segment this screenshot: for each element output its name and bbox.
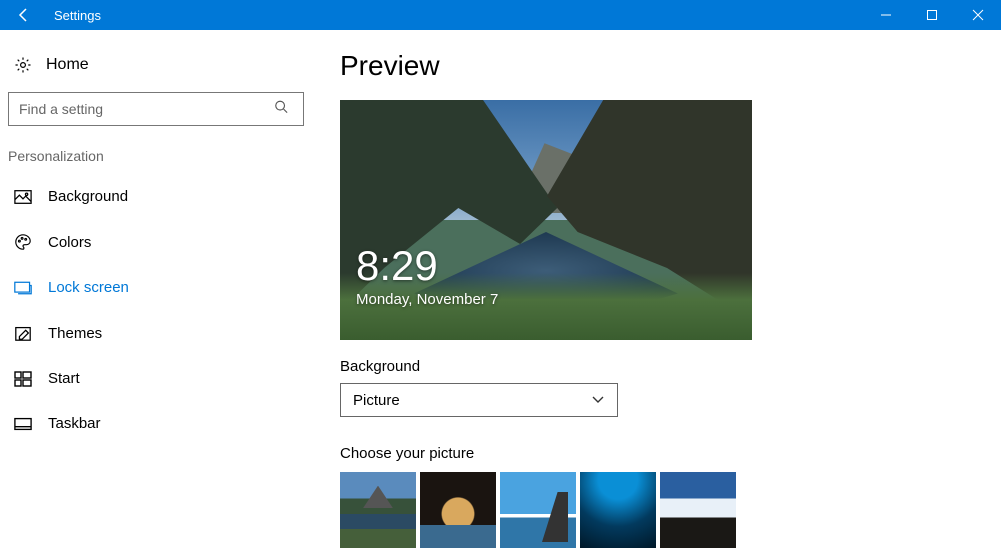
picture-thumbnail[interactable] [580,472,656,548]
picture-thumbnail[interactable] [340,472,416,548]
picture-thumbnail[interactable] [420,472,496,548]
monitor-icon [14,280,32,296]
page-title: Preview [340,50,1001,82]
pencil-icon [14,324,32,342]
picture-thumbnails [340,472,1001,548]
back-button[interactable] [0,0,48,30]
sidebar-item-lock-screen[interactable]: Lock screen [8,265,310,310]
section-header: Personalization [8,148,310,164]
chevron-down-icon [591,392,605,409]
sidebar-item-label: Lock screen [48,279,129,296]
preview-time: 8:29 [356,245,498,287]
choose-picture-label: Choose your picture [340,445,1001,462]
content-area: Preview 8:29 Monday, November 7 Backgrou… [310,30,1001,544]
lock-screen-preview: 8:29 Monday, November 7 [340,100,752,340]
dropdown-value: Picture [353,392,400,409]
home-nav[interactable]: Home [8,48,310,84]
preview-clock: 8:29 Monday, November 7 [356,245,498,308]
background-field-label: Background [340,358,1001,375]
start-grid-icon [14,371,32,387]
sidebar-item-themes[interactable]: Themes [8,310,310,356]
maximize-button[interactable] [909,0,955,30]
sidebar-item-label: Start [48,370,80,387]
sidebar-item-label: Themes [48,325,102,342]
sidebar-item-taskbar[interactable]: Taskbar [8,401,310,446]
window-title: Settings [54,8,101,23]
sidebar-item-start[interactable]: Start [8,356,310,401]
sidebar: Home Personalization Background [0,30,310,544]
close-button[interactable] [955,0,1001,30]
picture-thumbnail[interactable] [500,472,576,548]
minimize-button[interactable] [863,0,909,30]
preview-date: Monday, November 7 [356,291,498,308]
picture-thumbnail[interactable] [660,472,736,548]
sidebar-item-label: Taskbar [48,415,101,432]
home-label: Home [46,56,89,74]
search-wrap [8,92,306,126]
picture-icon [14,189,32,205]
sidebar-item-colors[interactable]: Colors [8,219,310,265]
background-dropdown[interactable]: Picture [340,383,618,417]
gear-icon [14,56,32,74]
sidebar-item-label: Colors [48,234,91,251]
titlebar: Settings [0,0,1001,30]
taskbar-icon [14,417,32,431]
sidebar-item-label: Background [48,188,128,205]
palette-icon [14,233,32,251]
search-icon [274,100,288,119]
search-input[interactable] [8,92,304,126]
window-controls [863,0,1001,30]
sidebar-item-background[interactable]: Background [8,174,310,219]
